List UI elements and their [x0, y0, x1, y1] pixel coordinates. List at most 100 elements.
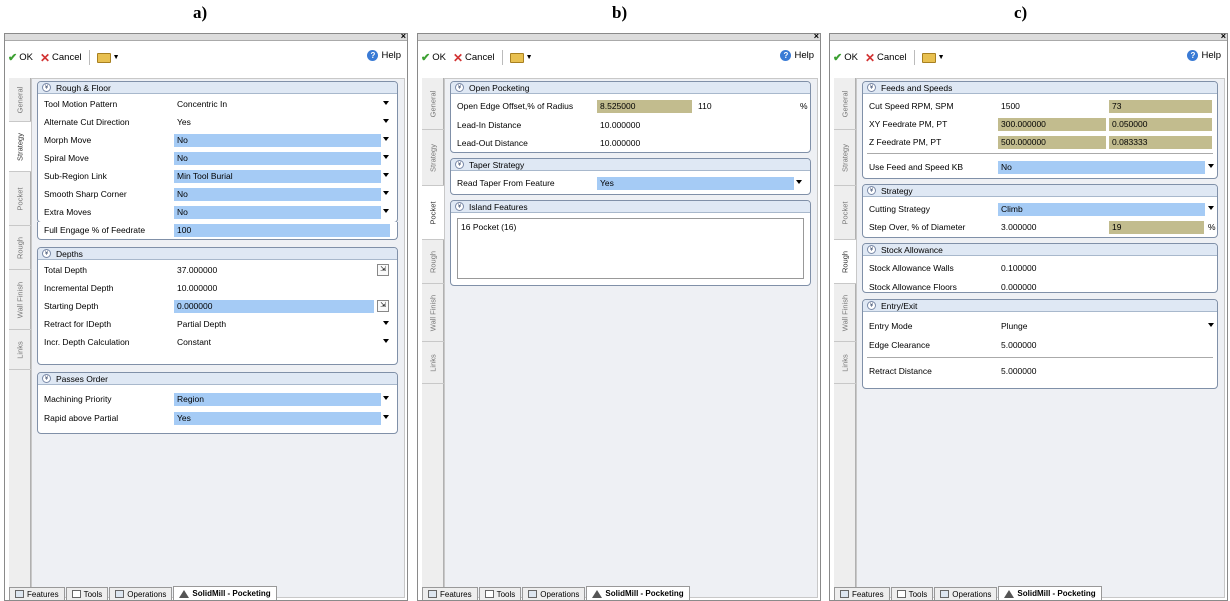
chevron-down-icon[interactable] — [1208, 206, 1214, 210]
section-header[interactable]: ¥ Passes Order — [38, 373, 397, 385]
chevron-down-icon[interactable] — [383, 101, 389, 105]
value-input[interactable]: 100 — [174, 224, 390, 237]
value-dropdown[interactable]: No — [174, 206, 381, 219]
value-input[interactable]: 10.000000 — [597, 137, 807, 150]
tab-strategy[interactable]: Strategy — [9, 122, 31, 172]
pick-depth-icon[interactable]: ⇲ — [377, 264, 389, 276]
close-icon[interactable]: × — [814, 31, 819, 41]
folder-menu-button[interactable]: ▼ — [95, 52, 120, 63]
cancel-button[interactable]: ✕ Cancel — [865, 51, 907, 65]
value-dropdown[interactable]: Yes — [174, 412, 381, 425]
tab-features[interactable]: Features — [9, 587, 65, 600]
value-input[interactable]: 0.100000 — [998, 262, 1208, 275]
close-icon[interactable]: × — [1221, 31, 1226, 41]
value-dropdown[interactable]: No — [174, 188, 381, 201]
value-input-secondary[interactable]: 73 — [1109, 100, 1212, 113]
value-input[interactable]: 500.000000 — [998, 136, 1106, 149]
value-dropdown[interactable]: No — [174, 152, 381, 165]
ok-button[interactable]: ✔ OK — [421, 51, 446, 64]
tab-operations[interactable]: Operations — [934, 587, 998, 600]
tab-pocket[interactable]: Pocket — [9, 172, 31, 226]
tab-wall-finish[interactable]: Wall Finish — [9, 270, 31, 330]
help-button[interactable]: ? Help — [1187, 50, 1221, 61]
tab-strategy[interactable]: Strategy — [422, 130, 444, 186]
tab-tools[interactable]: Tools — [65, 587, 109, 600]
value-input[interactable]: 5.000000 — [998, 339, 1208, 352]
value-input-secondary[interactable]: 19 — [1109, 221, 1204, 234]
value-dropdown[interactable]: Region — [174, 393, 381, 406]
value-dropdown[interactable]: Concentric In — [174, 98, 392, 111]
tab-rough[interactable]: Rough — [834, 240, 856, 284]
tab-solidmill-pocketing[interactable]: SolidMill - Pocketing — [586, 586, 690, 600]
tab-general[interactable]: General — [834, 78, 856, 130]
collapse-chevron-icon[interactable]: ¥ — [867, 83, 876, 92]
value-dropdown[interactable]: Climb — [998, 203, 1205, 216]
cancel-button[interactable]: ✕ Cancel — [453, 51, 495, 65]
value-input[interactable]: 37.000000 — [174, 264, 374, 277]
tab-solidmill-pocketing[interactable]: SolidMill - Pocketing — [173, 586, 277, 600]
value-input-secondary[interactable]: 110 — [695, 100, 795, 113]
tab-links[interactable]: Links — [422, 342, 444, 384]
value-dropdown[interactable]: No — [998, 161, 1205, 174]
folder-menu-button[interactable]: ▼ — [920, 52, 945, 63]
section-header[interactable]: ¥ Strategy — [863, 185, 1217, 197]
chevron-down-icon[interactable] — [383, 137, 389, 141]
chevron-down-icon[interactable] — [383, 191, 389, 195]
chevron-down-icon[interactable] — [383, 339, 389, 343]
value-input[interactable]: 300.000000 — [998, 118, 1106, 131]
value-dropdown[interactable]: Constant — [174, 336, 381, 349]
chevron-down-icon[interactable] — [796, 180, 802, 184]
collapse-chevron-icon[interactable]: ¥ — [867, 186, 876, 195]
collapse-chevron-icon[interactable]: ¥ — [42, 83, 51, 92]
section-header[interactable]: ¥ Entry/Exit — [863, 300, 1217, 312]
chevron-down-icon[interactable] — [383, 173, 389, 177]
value-input-secondary[interactable]: 0.083333 — [1109, 136, 1212, 149]
section-header[interactable]: ¥ Open Pocketing — [451, 82, 810, 94]
chevron-down-icon[interactable] — [383, 209, 389, 213]
value-input[interactable]: 0.000000 — [174, 300, 374, 313]
tab-rough[interactable]: Rough — [422, 240, 444, 284]
value-dropdown[interactable]: Plunge — [998, 320, 1205, 333]
island-features-list[interactable]: 16 Pocket (16) — [457, 218, 804, 279]
section-header[interactable]: ¥ Depths — [38, 248, 397, 260]
tab-general[interactable]: General — [9, 78, 31, 122]
collapse-chevron-icon[interactable]: ¥ — [867, 301, 876, 310]
help-button[interactable]: ? Help — [367, 50, 401, 61]
chevron-down-icon[interactable] — [1208, 164, 1214, 168]
value-input[interactable]: 8.525000 — [597, 100, 692, 113]
value-input[interactable]: 10.000000 — [597, 119, 807, 132]
chevron-down-icon[interactable] — [383, 155, 389, 159]
help-button[interactable]: ? Help — [780, 50, 814, 61]
tab-wall-finish[interactable]: Wall Finish — [422, 284, 444, 342]
chevron-down-icon[interactable] — [383, 396, 389, 400]
pick-depth-icon[interactable]: ⇲ — [377, 300, 389, 312]
collapse-chevron-icon[interactable]: ¥ — [42, 374, 51, 383]
tab-pocket[interactable]: Pocket — [834, 186, 856, 240]
ok-button[interactable]: ✔ OK — [8, 51, 33, 64]
value-dropdown[interactable]: Partial Depth — [174, 318, 381, 331]
tab-operations[interactable]: Operations — [109, 587, 173, 600]
section-header[interactable]: ¥ Stock Allowance — [863, 244, 1217, 256]
tab-solidmill-pocketing[interactable]: SolidMill - Pocketing — [998, 586, 1102, 600]
value-dropdown[interactable]: Min Tool Burial — [174, 170, 381, 183]
cancel-button[interactable]: ✕ Cancel — [40, 51, 82, 65]
folder-menu-button[interactable]: ▼ — [508, 52, 533, 63]
value-input[interactable]: 10.000000 — [174, 282, 374, 295]
value-dropdown[interactable]: No — [174, 134, 381, 147]
section-header[interactable]: ¥ Island Features — [451, 201, 810, 213]
value-input[interactable]: 3.000000 — [998, 221, 1106, 234]
tab-strategy[interactable]: Strategy — [834, 130, 856, 186]
section-header[interactable]: ¥ Feeds and Speeds — [863, 82, 1217, 94]
value-input-secondary[interactable]: 0.050000 — [1109, 118, 1212, 131]
value-input[interactable]: 1500 — [998, 100, 1106, 113]
list-item[interactable]: 16 Pocket (16) — [461, 222, 800, 232]
value-input[interactable]: 0.000000 — [998, 281, 1208, 292]
tab-features[interactable]: Features — [834, 587, 890, 600]
section-header[interactable]: ¥ Rough & Floor — [38, 82, 397, 94]
chevron-down-icon[interactable] — [383, 415, 389, 419]
value-dropdown[interactable]: Yes — [597, 177, 794, 190]
tab-tools[interactable]: Tools — [478, 587, 522, 600]
collapse-chevron-icon[interactable]: ¥ — [455, 83, 464, 92]
tab-tools[interactable]: Tools — [890, 587, 934, 600]
tab-general[interactable]: General — [422, 78, 444, 130]
